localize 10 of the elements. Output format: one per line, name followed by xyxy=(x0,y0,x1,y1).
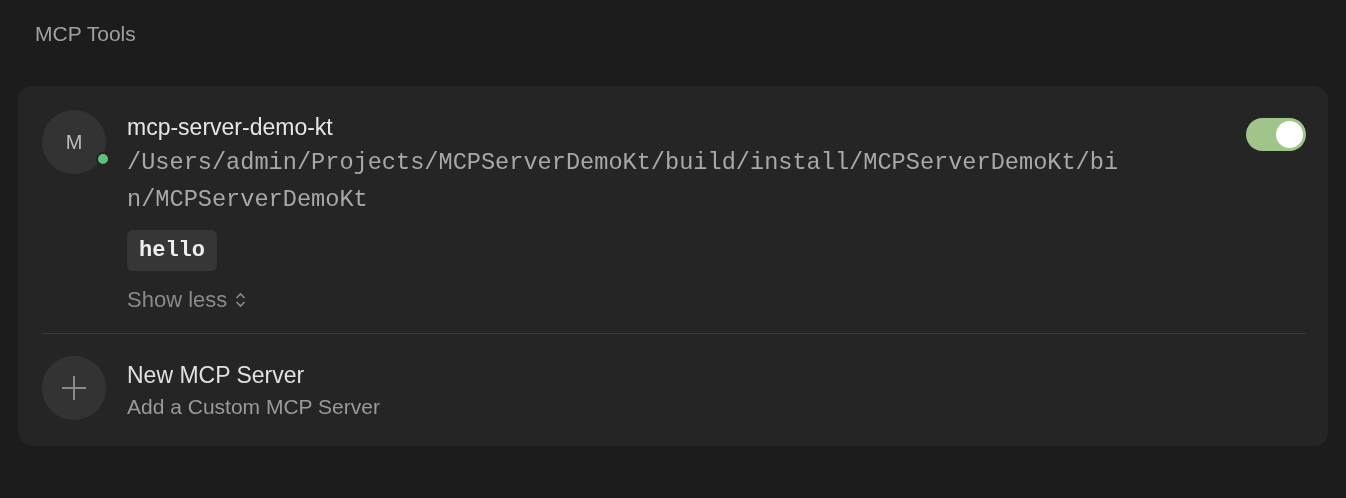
new-server-subtitle: Add a Custom MCP Server xyxy=(127,394,380,420)
show-less-link[interactable]: Show less xyxy=(127,287,247,313)
new-server-title[interactable]: New MCP Server xyxy=(127,360,305,390)
server-avatar: M xyxy=(42,110,106,174)
server-path: /Users/admin/Projects/MCPServerDemoKt/build/install/MCPServerDemoKt/bin/MCPServerDemoKt xyxy=(127,148,1120,215)
chevron-up-down-icon xyxy=(235,291,247,309)
toggle-switch[interactable] xyxy=(1246,118,1306,151)
server-name: mcp-server-demo-kt xyxy=(127,113,333,142)
section-title: MCP Tools xyxy=(35,22,136,45)
tool-tag: hello xyxy=(127,230,217,271)
